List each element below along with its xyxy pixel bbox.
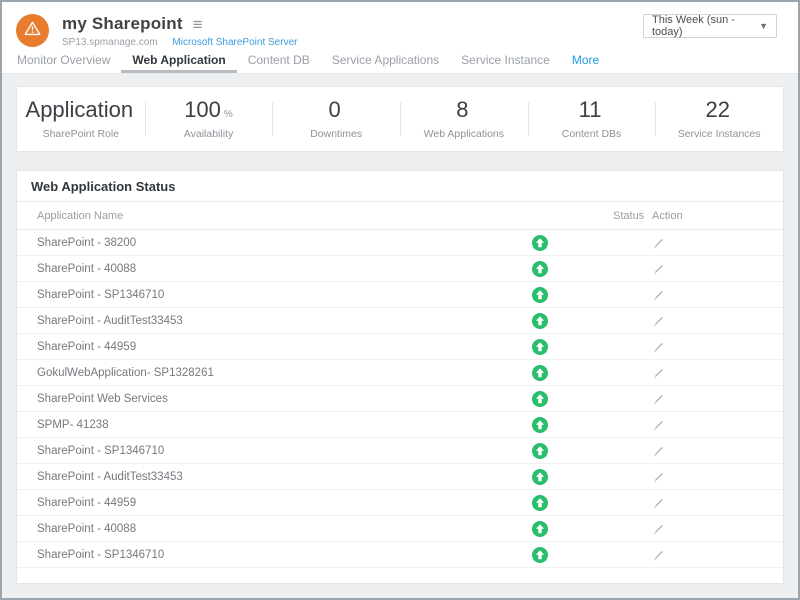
- tab[interactable]: Service Applications: [321, 48, 450, 73]
- application-name: SharePoint - AuditTest33453: [37, 315, 183, 327]
- menu-icon[interactable]: ≡: [193, 16, 203, 33]
- status-up-icon: [532, 443, 548, 459]
- stat-value: Application: [26, 99, 137, 121]
- table-row: SPMP- 41238: [17, 412, 783, 438]
- edit-icon[interactable]: [652, 366, 665, 379]
- stat-cell: 22 Service Instances: [655, 87, 783, 151]
- status-up-icon: [532, 365, 548, 381]
- edit-icon[interactable]: [652, 522, 665, 535]
- stat-suffix: %: [224, 110, 233, 120]
- edit-icon[interactable]: [652, 496, 665, 509]
- column-header-application-name: Application Name: [37, 210, 123, 222]
- table-row: SharePoint - AuditTest33453: [17, 308, 783, 334]
- edit-icon[interactable]: [652, 288, 665, 301]
- edit-icon[interactable]: [652, 418, 665, 431]
- time-range-select[interactable]: This Week (sun - today) ▼: [643, 14, 777, 38]
- warning-triangle-icon: [24, 21, 41, 41]
- application-name: SharePoint - AuditTest33453: [37, 471, 183, 483]
- edit-icon[interactable]: [652, 392, 665, 405]
- edit-icon[interactable]: [652, 236, 665, 249]
- edit-icon[interactable]: [652, 470, 665, 483]
- stat-cell: Application SharePoint Role: [17, 87, 145, 151]
- tab[interactable]: More: [561, 48, 610, 73]
- edit-icon[interactable]: [652, 262, 665, 275]
- status-up-icon: [532, 235, 548, 251]
- application-name: SharePoint - 40088: [37, 263, 136, 275]
- stat-label: Content DBs: [562, 128, 622, 140]
- tab[interactable]: Service Instance: [450, 48, 561, 73]
- application-name: SharePoint - 44959: [37, 497, 136, 509]
- status-up-icon: [532, 547, 548, 563]
- application-name: SharePoint Web Services: [37, 393, 168, 405]
- app-window: my Sharepoint ≡ SP13.spmanage.com Micros…: [0, 0, 800, 600]
- edit-icon[interactable]: [652, 314, 665, 327]
- table-row: SharePoint - AuditTest33453: [17, 464, 783, 490]
- application-name: SharePoint - SP1346710: [37, 289, 164, 301]
- table-row: SharePoint - 44959: [17, 490, 783, 516]
- status-up-icon: [532, 469, 548, 485]
- table-row: SharePoint - SP1346710: [17, 438, 783, 464]
- chevron-down-icon: ▼: [759, 21, 768, 31]
- stat-cell: 100% Availability: [145, 87, 273, 151]
- status-up-icon: [532, 495, 548, 511]
- edit-icon[interactable]: [652, 548, 665, 561]
- application-name: SPMP- 41238: [37, 419, 109, 431]
- table-row: SharePoint - SP1346710: [17, 282, 783, 308]
- status-up-icon: [532, 261, 548, 277]
- stat-cell: 8 Web Applications: [400, 87, 528, 151]
- stat-value: 0: [329, 99, 344, 121]
- header: my Sharepoint ≡ SP13.spmanage.com Micros…: [2, 2, 798, 48]
- content-area: Application SharePoint Role 100% Availab…: [2, 74, 798, 596]
- table-body: SharePoint - 38200: [17, 230, 783, 568]
- application-name: GokulWebApplication- SP1328261: [37, 367, 214, 379]
- status-up-icon: [532, 521, 548, 537]
- stat-label: Availability: [184, 128, 233, 140]
- stat-cell: 0 Downtimes: [272, 87, 400, 151]
- stat-value: 8: [456, 99, 471, 121]
- stat-label: Downtimes: [310, 128, 362, 140]
- application-name: SharePoint - SP1346710: [37, 445, 164, 457]
- status-up-icon: [532, 339, 548, 355]
- table-row: SharePoint - 44959: [17, 334, 783, 360]
- application-name: SharePoint - 40088: [37, 523, 136, 535]
- application-name: SharePoint - 38200: [37, 237, 136, 249]
- tab[interactable]: Monitor Overview: [6, 48, 121, 73]
- time-range-value: This Week (sun - today): [652, 14, 759, 38]
- table-title: Web Application Status: [17, 171, 783, 202]
- tab[interactable]: Content DB: [237, 48, 321, 73]
- status-up-icon: [532, 287, 548, 303]
- tab[interactable]: Web Application: [121, 48, 236, 73]
- table-header-row: Application Name Status Action: [17, 202, 783, 230]
- tab-bar: Monitor Overview Web Application Content…: [2, 48, 798, 74]
- stat-label: Web Applications: [424, 128, 504, 140]
- status-up-icon: [532, 313, 548, 329]
- table-row: GokulWebApplication- SP1328261: [17, 360, 783, 386]
- status-up-icon: [532, 417, 548, 433]
- stat-value: 100%: [184, 99, 233, 121]
- table-row: SharePoint - 40088: [17, 256, 783, 282]
- stat-value: 22: [705, 99, 732, 121]
- table-row: SharePoint - SP1346710: [17, 542, 783, 568]
- column-header-status: Status: [613, 202, 644, 230]
- web-application-status-card: Web Application Status Application Name …: [16, 170, 784, 584]
- stat-label: Service Instances: [678, 128, 761, 140]
- server-type-link[interactable]: Microsoft SharePoint Server: [172, 37, 297, 48]
- stat-value: 11: [579, 99, 605, 121]
- table-row: SharePoint - 40088: [17, 516, 783, 542]
- column-header-action: Action: [652, 202, 683, 230]
- table-row: SharePoint Web Services: [17, 386, 783, 412]
- application-name: SharePoint - 44959: [37, 341, 136, 353]
- edit-icon[interactable]: [652, 340, 665, 353]
- page-title: my Sharepoint: [62, 14, 183, 34]
- table-row: SharePoint - 38200: [17, 230, 783, 256]
- summary-stats-card: Application SharePoint Role 100% Availab…: [16, 86, 784, 152]
- monitor-host: SP13.spmanage.com: [62, 37, 158, 48]
- edit-icon[interactable]: [652, 444, 665, 457]
- monitor-identity: my Sharepoint ≡ SP13.spmanage.com Micros…: [62, 14, 297, 48]
- status-up-icon: [532, 391, 548, 407]
- monitor-status-avatar: [16, 14, 49, 47]
- stat-label: SharePoint Role: [43, 128, 119, 140]
- application-name: SharePoint - SP1346710: [37, 549, 164, 561]
- stat-cell: 11 Content DBs: [528, 87, 656, 151]
